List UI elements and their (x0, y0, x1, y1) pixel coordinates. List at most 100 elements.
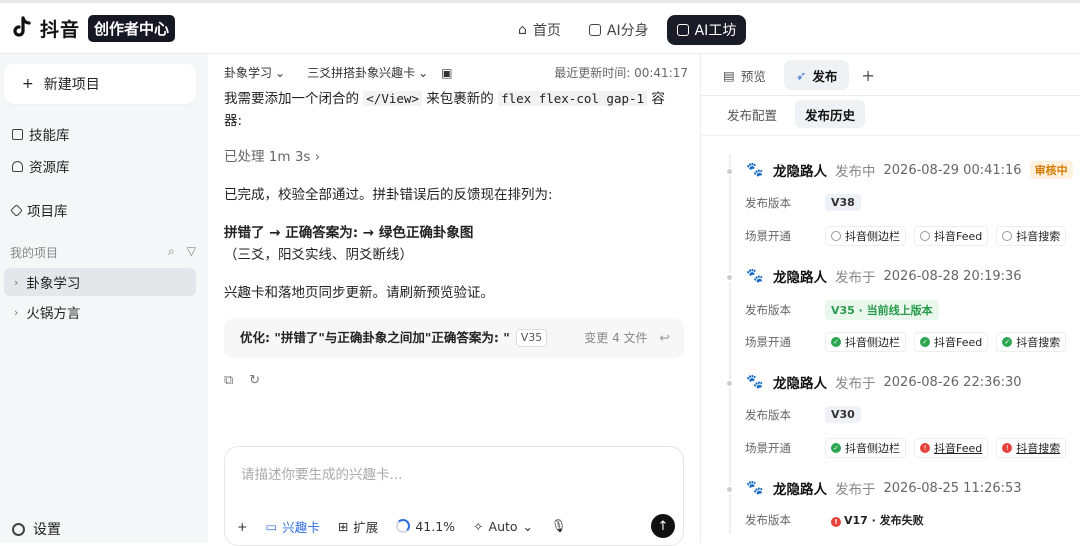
new-project-label: 新建项目 (43, 77, 100, 93)
scene-sidebar: 抖音侧边栏 (825, 226, 906, 246)
chevron-right-icon: › (314, 149, 321, 165)
version-row: 发布版本 V30 (745, 406, 861, 423)
filter-icon[interactable]: ▽ (187, 244, 196, 261)
settings-label: 设置 (33, 522, 61, 538)
chat-messages: 我需要添加一个闭合的 </View> 来包裹新的 flex flex-col g… (224, 88, 684, 392)
scene-search[interactable]: ! 抖音搜索 (996, 438, 1067, 458)
undo-icon[interactable]: ↩ (660, 327, 670, 349)
error-icon: ! (1002, 443, 1013, 453)
publish-time: 2026-08-28 20:19:36 (883, 268, 1022, 284)
interest-card-toggle[interactable]: ▭ 兴趣卡 (265, 517, 319, 536)
publish-status: 发布于 (835, 376, 876, 392)
nav-home-label: 首页 (532, 23, 561, 39)
publish-subtabs: 发布配置 发布历史 (717, 100, 866, 128)
processed-toggle[interactable]: 已处理 1m 3s › (224, 146, 684, 168)
sidebar-item-resources[interactable]: 资源库 (12, 156, 70, 176)
scenes-row: 场景开通 ✓ 抖音侧边栏 ✓ 抖音Feed ✓ 抖音搜索 (745, 332, 1074, 352)
add-tab-icon[interactable]: + (855, 66, 880, 85)
microphone-icon[interactable]: 🎙︎ (551, 518, 567, 534)
timeline-dot (725, 485, 734, 494)
douyin-logo[interactable]: 抖音 创作者中心 (12, 15, 176, 42)
scene-feed[interactable]: ! 抖音Feed (914, 438, 989, 458)
tab-label: 预览 (740, 68, 766, 84)
tab-publish[interactable]: ➶ 发布 (783, 60, 850, 90)
context-usage: 41.1% (396, 519, 455, 534)
history-entry: 🐾 龙隐路人 发布于 2026-08-28 20:19:36 发布版本 V35 … (725, 266, 1080, 362)
my-projects-header: 我的项目 ⌕ ▽ (10, 244, 196, 261)
sidebar-item-skills[interactable]: 技能库 (12, 124, 70, 144)
tab-preview[interactable]: ▤ 预览 (711, 60, 778, 90)
cube-icon (10, 203, 23, 217)
review-badge: 审核中 (1029, 161, 1073, 179)
version-row: 发布版本 ! V17 · 发布失败 (745, 510, 930, 530)
text: 我需要添加一个闭合的 (224, 91, 359, 107)
check-icon: ✓ (831, 337, 841, 347)
copy-icon[interactable]: ⧉ (224, 370, 233, 392)
add-icon[interactable]: + (237, 519, 247, 534)
message-line: 已完成，校验全部通过。拼卦错误后的反馈现在排列为: (224, 187, 553, 203)
user-name: 龙隐路人 (773, 482, 827, 498)
sidebar-item-projects[interactable]: 项目库 (10, 200, 68, 220)
user-name: 龙隐路人 (773, 270, 827, 286)
panel-tabs: ▤ 预览 ➶ 发布 + (711, 60, 881, 90)
new-project-button[interactable]: + 新建项目 (4, 64, 196, 104)
chevron-right-icon: › (14, 275, 19, 289)
version-label-text: V17 · 发布失败 (844, 514, 924, 527)
nav-ai-avatar[interactable]: AI分身 (579, 15, 659, 45)
preview-icon: ▤ (723, 67, 735, 83)
breadcrumb-card-label: 三爻拼搭卦象兴趣卡 (307, 66, 416, 80)
project-label: 卦象学习 (26, 276, 81, 292)
progress-ring-icon (396, 519, 411, 533)
change-card[interactable]: 优化: "拼错了"与正确卦象之间加"正确答案为: " V35 变更 4 文件 ↩ (224, 318, 684, 358)
publish-status: 发布于 (835, 482, 876, 498)
expand-button[interactable]: ⊞ 扩展 (338, 517, 379, 536)
project-item-hotpot[interactable]: › 火锅方言 (4, 298, 196, 326)
version-label: 发布版本 (745, 513, 791, 527)
timeline-dot (725, 379, 734, 388)
sidebar-item-label: 技能库 (29, 128, 70, 144)
scene-label: 抖音搜索 (1016, 336, 1061, 349)
breadcrumb-project[interactable]: 卦象学习 ⌄ (224, 64, 285, 81)
main-nav: ⌂ 首页 AI分身 AI工坊 (508, 15, 747, 45)
nav-ai-workshop-label: AI工坊 (694, 23, 737, 39)
settings-button[interactable]: 设置 (12, 519, 61, 539)
tab-publish-config[interactable]: 发布配置 (717, 100, 787, 128)
scene-search: 抖音搜索 (996, 226, 1067, 246)
chevron-down-icon: ⌄ (275, 65, 286, 80)
breadcrumb-card[interactable]: 三爻拼搭卦象兴趣卡 ⌄ ▣ (307, 64, 452, 81)
entry-header: 🐾 龙隐路人 发布于 2026-08-25 11:26:53 (745, 478, 1022, 498)
tab-publish-history[interactable]: 发布历史 (795, 100, 866, 128)
inline-code: </View> (363, 91, 422, 106)
timeline-dot (725, 167, 734, 176)
model-select[interactable]: ✧ Auto ⌄ (473, 519, 533, 534)
history-entry: 🐾 龙隐路人 发布中 2026-08-29 00:41:16 审核中 发布版本 … (725, 160, 1080, 256)
message-line: 器: (224, 113, 243, 129)
publish-panel: ▤ 预览 ➶ 发布 + 发布配置 发布历史 🐾 龙隐路人 发布中 2026-08… (700, 54, 1080, 543)
error-icon: ! (920, 443, 930, 453)
scene-label: 抖音Feed (934, 442, 983, 455)
check-icon: ✓ (831, 443, 841, 453)
workshop-icon (676, 24, 689, 36)
rocket-icon: ➶ (795, 67, 807, 83)
avatar: 🐾 (745, 160, 765, 180)
message-line: 我需要添加一个闭合的 </View> 来包裹新的 flex flex-col g… (224, 88, 684, 110)
comment-icon[interactable]: ▣ (441, 66, 452, 80)
message-tools: ⧉ ↻ (224, 370, 684, 392)
chevron-right-icon: › (14, 305, 19, 319)
avatar: 🐾 (745, 266, 765, 286)
nav-home[interactable]: ⌂ 首页 (508, 15, 571, 45)
project-item-gua[interactable]: › 卦象学习 (4, 268, 196, 296)
publish-status: 发布于 (835, 270, 876, 286)
nav-ai-workshop[interactable]: AI工坊 (666, 15, 747, 45)
composer-input[interactable]: 请描述你要生成的兴趣卡... (241, 463, 402, 483)
send-button[interactable]: ↑ (651, 514, 675, 538)
sidebar-item-label: 项目库 (27, 204, 68, 220)
my-projects-label: 我的项目 (10, 246, 59, 260)
version-label: 发布版本 (745, 407, 791, 422)
refresh-icon[interactable]: ↻ (249, 370, 260, 392)
search-icon[interactable]: ⌕ (168, 244, 175, 261)
tab-label: 发布 (812, 68, 838, 84)
message-line: 兴趣卡和落地页同步更新。请刷新预览验证。 (224, 285, 494, 301)
changed-files[interactable]: 变更 4 文件 (584, 327, 647, 349)
composer[interactable]: 请描述你要生成的兴趣卡... + ▭ 兴趣卡 ⊞ 扩展 41.1% ✧ Auto… (224, 446, 684, 546)
